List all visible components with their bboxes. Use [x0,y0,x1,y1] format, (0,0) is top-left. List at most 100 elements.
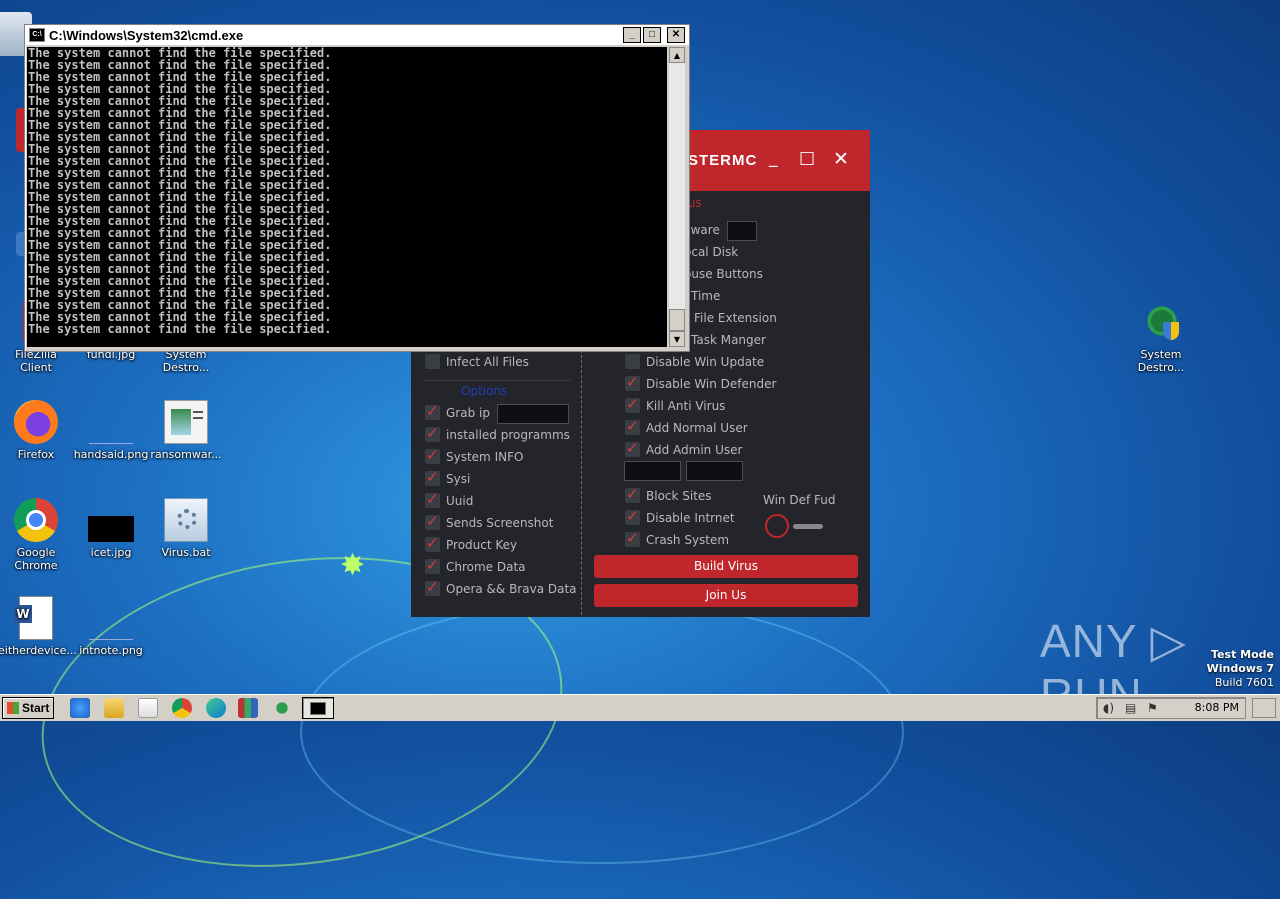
virus-app-icon[interactable] [272,698,292,718]
checkbox-disable-internet[interactable] [625,507,640,525]
option-sysi: Sysi [446,472,471,486]
checkbox-disable-win-defender[interactable] [625,373,640,391]
checkbox-system-info[interactable] [425,446,440,464]
desktop-icon-icet[interactable]: icet.jpg [73,498,149,559]
checkbox-infect-all-files[interactable] [425,354,440,369]
firefox-icon [14,400,58,444]
option-add-admin-user: Add Admin User [646,443,743,457]
checkbox-grab-ip[interactable] [425,402,440,420]
minimize-button[interactable]: _ [769,148,778,168]
winrar-icon[interactable] [238,698,258,718]
win-def-fud-toggle[interactable] [765,514,823,544]
checkbox-block-sites[interactable] [625,485,640,503]
checkbox-uuid[interactable] [425,490,440,508]
grab-ip-input[interactable] [497,404,569,424]
scroll-thumb[interactable] [669,309,685,331]
scroll-down-arrow[interactable]: ▼ [669,331,685,347]
option-file-extension-label: File Extension [694,311,777,325]
option-kill-anti-virus: Kill Anti Virus [646,399,726,413]
virus-shield-icon [1139,300,1183,344]
option-uuid: Uuid [446,494,474,508]
cmd-scrollbar[interactable]: ▲ ▼ [669,47,685,347]
cmd-app-icon: C:\ [29,28,45,42]
desktop-icon-virus-bat[interactable]: Virus.bat [148,498,224,559]
checkbox-chrome-data[interactable] [425,556,440,574]
scroll-up-arrow[interactable]: ▲ [669,47,685,63]
option-block-sites: Block Sites [646,489,712,503]
taskbar: Start ◖) ▤ ⚑ 8:08 PM [0,694,1280,721]
checkbox-product-key[interactable] [425,534,440,552]
section-options-label: Options [461,384,508,398]
desktop-icon-intnote[interactable]: intnote.png [73,596,149,657]
start-button[interactable]: Start [2,697,54,719]
checkbox-sysi[interactable] [425,468,440,486]
cmd-console-output[interactable]: The system cannot find the file specifie… [27,47,667,347]
checkbox-crash-system[interactable] [625,529,640,547]
explorer-icon[interactable] [104,698,124,718]
edge-icon[interactable] [206,698,226,718]
option-product-key: Product Key [446,538,518,552]
wallpaper-swirl [300,600,904,864]
checkbox-installed-programs[interactable] [425,424,440,442]
option-chrome-data: Chrome Data [446,560,526,574]
cmd-maximize-button[interactable]: □ [643,27,661,43]
option-task-manager-label: Task Manger [691,333,766,347]
flag-icon[interactable]: ⚑ [1147,701,1158,715]
test-mode-notice: Test Mode Windows 7 Build 7601 [1206,648,1274,689]
cmd-taskbar-button[interactable] [302,697,334,719]
checkbox-sends-screenshot[interactable] [425,512,440,530]
cmd-close-button[interactable]: ✕ [667,27,685,43]
desktop-icon-ransomware[interactable]: ransomwar... [148,400,224,461]
option-local-disk-label: ocal Disk [684,245,739,259]
toggle-track [793,524,823,529]
image-file-icon [89,596,133,640]
network-icon[interactable]: ▤ [1125,701,1136,715]
option-system-info: System INFO [446,450,524,464]
option-mouse-buttons-label: ouse Buttons [684,267,763,281]
cmd-window: C:\ C:\Windows\System32\cmd.exe _ □ ✕ Th… [24,24,690,352]
show-desktop-button[interactable] [1252,698,1276,718]
checkbox-add-normal-user[interactable] [625,417,640,435]
admin-password-input[interactable] [686,461,743,481]
clock[interactable]: 8:08 PM [1195,701,1239,714]
option-add-normal-user: Add Normal User [646,421,748,435]
volume-icon[interactable]: ◖) [1103,701,1114,715]
desktop-icon-handsaid[interactable]: handsaid.png [73,400,149,461]
desktop-icon-system-destroyer-2[interactable]: System Destro... [1123,300,1199,374]
section-divider [423,380,571,381]
image-file-icon [88,516,134,542]
option-time-label: Time [691,289,721,303]
option-disable-internet: Disable Intrnet [646,511,735,525]
gear-file-icon [164,498,208,542]
cmd-titlebar[interactable]: C:\ C:\Windows\System32\cmd.exe _ □ ✕ [25,25,689,45]
desktop-icon-firefox[interactable]: Firefox [0,400,74,461]
close-button[interactable]: ✕ [833,148,849,170]
option-sends-screenshot: Sends Screenshot [446,516,554,530]
join-us-button[interactable]: Join Us [594,584,858,607]
checkbox-kill-anti-virus[interactable] [625,395,640,413]
build-virus-button[interactable]: Build Virus [594,555,858,578]
option-installed-programs: installed programms [446,428,570,442]
desktop-icon-chrome[interactable]: Google Chrome [0,498,74,572]
option-infect-all-files: Infect All Files [446,355,529,369]
option-crash-system: Crash System [646,533,730,547]
system-tray: ◖) ▤ ⚑ 8:08 PM [1096,697,1246,719]
windows-flag-icon [7,702,19,714]
cmd-minimize-button[interactable]: _ [623,27,641,43]
maximize-button[interactable]: □ [799,148,815,168]
image-file-icon [164,400,208,444]
cmd-title: C:\Windows\System32\cmd.exe [49,27,244,43]
cmd-taskbar-icon [310,702,326,715]
chrome-taskbar-icon[interactable] [172,698,192,718]
checkbox-disable-win-update[interactable] [625,354,640,369]
console-line: The system cannot find the file specifie… [28,322,332,336]
checkbox-opera-brave-data[interactable] [425,578,440,596]
chrome-icon [14,498,58,542]
desktop-icon-word-doc[interactable]: W eitherdevice... [0,596,77,657]
admin-username-input[interactable] [624,461,681,481]
column-divider [581,350,582,615]
media-player-icon[interactable] [138,698,158,718]
checkbox-add-admin-user[interactable] [625,439,640,457]
ie-icon[interactable] [70,698,90,718]
ransomware-input[interactable] [727,221,757,241]
